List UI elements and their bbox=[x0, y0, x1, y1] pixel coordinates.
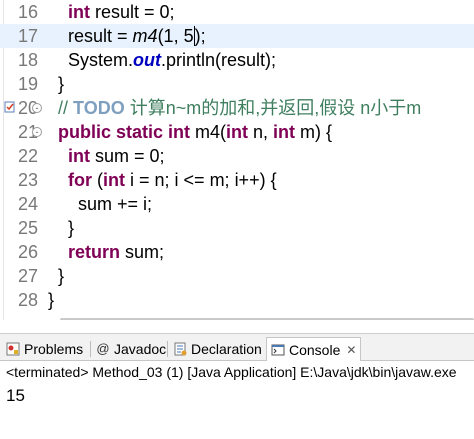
code-token: ); bbox=[194, 26, 206, 46]
view-tab-bar: Problems @ Javadoc Declaration Console ✕ bbox=[0, 334, 474, 361]
code-text: } bbox=[48, 264, 64, 288]
line-number: 17 bbox=[17, 26, 38, 46]
code-token: 计算n~m的加和,并返回,假设 n小于m bbox=[124, 98, 422, 118]
tab-separator bbox=[167, 341, 168, 357]
bottom-views-panel: Problems @ Javadoc Declaration Console ✕… bbox=[0, 333, 474, 439]
code-token: public static int bbox=[58, 122, 191, 142]
code-token: result = 0; bbox=[90, 2, 175, 22]
code-token: (1, 5 bbox=[157, 26, 194, 46]
code-token: m4( bbox=[190, 122, 227, 142]
fold-toggle-icon[interactable]: - bbox=[32, 103, 42, 113]
code-text: System.out.println(result); bbox=[48, 48, 276, 72]
code-text: public static int m4(int n, int m) { bbox=[48, 120, 332, 144]
code-token: sum = 0; bbox=[90, 146, 165, 166]
tab-label: Declaration bbox=[191, 341, 262, 357]
code-token: m) { bbox=[295, 122, 333, 142]
code-line[interactable]: 27 } bbox=[0, 264, 474, 288]
code-text: for (int i = n; i <= m; i++) { bbox=[48, 168, 277, 192]
code-text: } bbox=[48, 72, 64, 96]
console-output[interactable]: 15 bbox=[6, 385, 25, 407]
tab-problems[interactable]: Problems bbox=[2, 337, 87, 361]
code-line[interactable]: 26 return sum; bbox=[0, 240, 474, 264]
tab-label: Problems bbox=[24, 341, 84, 357]
code-token: i = n; i <= m; i++) { bbox=[125, 170, 277, 190]
code-line[interactable]: 20- // TODO 计算n~m的加和,并返回,假设 n小于m bbox=[0, 96, 474, 120]
code-text: } bbox=[48, 216, 74, 240]
horizontal-scrollbar[interactable] bbox=[60, 318, 474, 320]
close-icon[interactable]: ✕ bbox=[346, 343, 356, 357]
code-token: m4 bbox=[132, 26, 158, 46]
problems-icon bbox=[6, 342, 20, 356]
code-line[interactable]: 18 System.out.println(result); bbox=[0, 48, 474, 72]
code-token: out bbox=[133, 50, 162, 70]
console-icon bbox=[271, 343, 285, 357]
code-line[interactable]: 24 sum += i; bbox=[0, 192, 474, 216]
task-marker-icon[interactable] bbox=[4, 101, 16, 113]
code-line[interactable]: 23 for (int i = n; i <= m; i++) { bbox=[0, 168, 474, 192]
code-token: TODO bbox=[73, 98, 125, 118]
code-line[interactable]: 19 } bbox=[0, 72, 474, 96]
code-text: } bbox=[48, 288, 54, 312]
code-line[interactable]: 21- public static int m4(int n, int m) { bbox=[0, 120, 474, 144]
code-token: int bbox=[273, 122, 296, 142]
fold-toggle-icon[interactable]: - bbox=[32, 127, 42, 137]
code-text: result = m4(1, 5); bbox=[48, 24, 206, 48]
code-token: } bbox=[48, 218, 75, 238]
code-line[interactable]: 16 int result = 0; bbox=[0, 0, 474, 24]
line-number: 18 bbox=[17, 50, 38, 70]
code-token: } bbox=[48, 74, 65, 94]
code-token: int bbox=[226, 122, 249, 142]
code-token: } bbox=[48, 290, 55, 310]
code-text: sum += i; bbox=[48, 192, 152, 216]
code-token: int bbox=[103, 170, 126, 190]
code-line[interactable]: 17 result = m4(1, 5); bbox=[0, 24, 474, 48]
code-token: for bbox=[68, 170, 93, 190]
code-text: int result = 0; bbox=[48, 0, 175, 24]
code-text: // TODO 计算n~m的加和,并返回,假设 n小于m bbox=[48, 96, 421, 120]
code-token: System. bbox=[48, 50, 134, 70]
tab-label: Javadoc bbox=[114, 341, 167, 357]
code-token: n, bbox=[248, 122, 274, 142]
code-text: return sum; bbox=[48, 240, 164, 264]
line-number: 24 bbox=[17, 194, 38, 214]
code-token: // bbox=[58, 98, 74, 118]
code-token: return bbox=[68, 242, 121, 262]
line-number: 26 bbox=[17, 242, 38, 262]
code-text: int sum = 0; bbox=[48, 144, 165, 168]
line-number: 25 bbox=[17, 218, 38, 238]
tab-label: Console bbox=[289, 341, 341, 358]
code-token: } bbox=[48, 266, 65, 286]
declaration-icon bbox=[173, 342, 187, 356]
code-line[interactable]: 22 int sum = 0; bbox=[0, 144, 474, 168]
code-line[interactable]: 25 } bbox=[0, 216, 474, 240]
line-number: 19 bbox=[17, 74, 38, 94]
at-sign-icon: @ bbox=[96, 341, 110, 356]
line-number: 16 bbox=[17, 2, 38, 22]
code-token: ( bbox=[92, 170, 104, 190]
line-number: 28 bbox=[17, 290, 38, 310]
code-token: result = bbox=[48, 26, 133, 46]
code-line[interactable]: 28} bbox=[0, 288, 474, 312]
tab-separator bbox=[90, 341, 91, 357]
tab-javadoc[interactable]: @ Javadoc bbox=[92, 337, 170, 361]
tab-declaration[interactable]: Declaration bbox=[169, 337, 266, 361]
line-number: 23 bbox=[17, 170, 38, 190]
tab-console[interactable]: Console ✕ bbox=[266, 337, 362, 361]
code-token: .println(result); bbox=[161, 50, 277, 70]
console-status: <terminated> Method_03 (1) [Java Applica… bbox=[6, 364, 457, 380]
code-token: int bbox=[68, 2, 91, 22]
code-token: int bbox=[68, 146, 91, 166]
code-token: sum += i; bbox=[48, 194, 153, 214]
code-token: sum; bbox=[120, 242, 165, 262]
code-editor[interactable]: 16 int result = 0; 17 result = m4(1, 5); 1… bbox=[0, 0, 474, 320]
line-number: 22 bbox=[17, 146, 38, 166]
line-number: 27 bbox=[17, 266, 38, 286]
